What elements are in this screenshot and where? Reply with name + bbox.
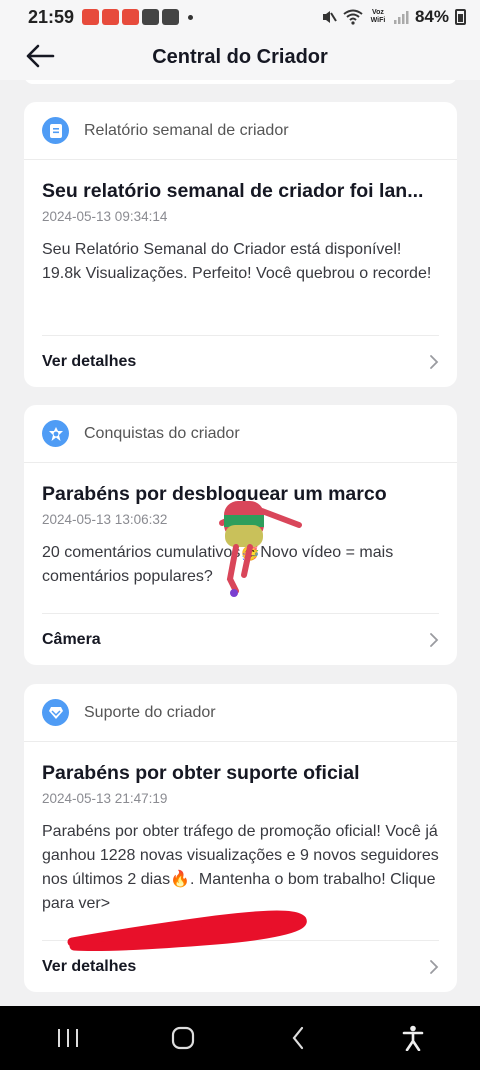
app-notification-icon (102, 9, 120, 25)
red-scribble-mark (67, 910, 307, 952)
card-text: Parabéns por obter tráfego de promoção o… (42, 823, 439, 912)
card-date: 2024-05-13 21:47:19 (42, 791, 168, 806)
app-notification-icon (142, 9, 160, 25)
wifi-icon (343, 9, 363, 25)
status-indicators: Voz WiFi 84% (321, 7, 466, 27)
support-diamond-icon (42, 699, 69, 726)
card-category: Conquistas do criador (84, 424, 240, 442)
volte-wifi-label: Voz WiFi (370, 9, 386, 24)
page-title: Central do Criador (152, 45, 328, 68)
previous-card-edge (24, 80, 457, 84)
camera-button[interactable]: Câmera (42, 613, 439, 665)
card-category: Relatório semanal de criador (84, 121, 289, 139)
card-action-label: Câmera (42, 630, 101, 648)
card-header: Relatório semanal de criador (24, 102, 457, 160)
accessibility-icon (402, 1025, 423, 1051)
card-title: Parabéns por obter suporte oficial (42, 762, 360, 784)
battery-percent: 84% (414, 7, 449, 26)
system-navigation-bar (0, 1006, 480, 1070)
card-date: 2024-05-13 09:34:14 (42, 209, 168, 224)
app-notification-icon (82, 9, 100, 25)
card-body: Parabéns por obter suporte oficial 2024-… (24, 742, 457, 916)
card-text: Seu Relatório Semanal do Criador está di… (42, 241, 432, 282)
card-header: Suporte do criador (24, 684, 457, 742)
back-button[interactable] (22, 38, 58, 74)
arrow-left-icon (26, 44, 55, 68)
chevron-left-icon (292, 1026, 303, 1050)
notification-icons (82, 9, 194, 25)
accessibility-button[interactable] (383, 1013, 443, 1063)
signal-icon (393, 11, 409, 24)
dancing-character-sticker (219, 501, 302, 597)
app-notification-icon (162, 9, 180, 25)
home-icon (171, 1026, 194, 1050)
more-notifications-dot-icon (188, 14, 194, 20)
status-bar: 21:59 Voz WiFi 84% (0, 0, 480, 34)
mute-icon (322, 11, 337, 23)
card-action-label: Ver detalhes (42, 957, 137, 975)
recent-apps-icon (57, 1029, 78, 1047)
card-category: Suporte do criador (84, 703, 216, 721)
chevron-right-icon (430, 959, 439, 974)
card-title: Seu relatório semanal de criador foi lan… (42, 180, 424, 202)
view-details-button[interactable]: Ver detalhes (42, 335, 439, 387)
card-action-label: Ver detalhes (42, 352, 137, 370)
notification-card: Relatório semanal de criador Seu relatór… (24, 102, 457, 387)
card-header: Conquistas do criador (24, 405, 457, 463)
app-notification-icon (122, 9, 140, 25)
chevron-right-icon (430, 632, 439, 647)
app-header: Central do Criador (0, 34, 480, 80)
recent-apps-button[interactable] (38, 1013, 98, 1063)
chevron-right-icon (430, 354, 439, 369)
report-icon (42, 117, 69, 144)
battery-icon (455, 9, 466, 25)
achievement-icon (42, 420, 69, 447)
home-button[interactable] (153, 1013, 213, 1063)
back-nav-button[interactable] (268, 1013, 328, 1063)
status-time: 21:59 (28, 6, 75, 27)
card-body: Seu relatório semanal de criador foi lan… (24, 160, 457, 286)
